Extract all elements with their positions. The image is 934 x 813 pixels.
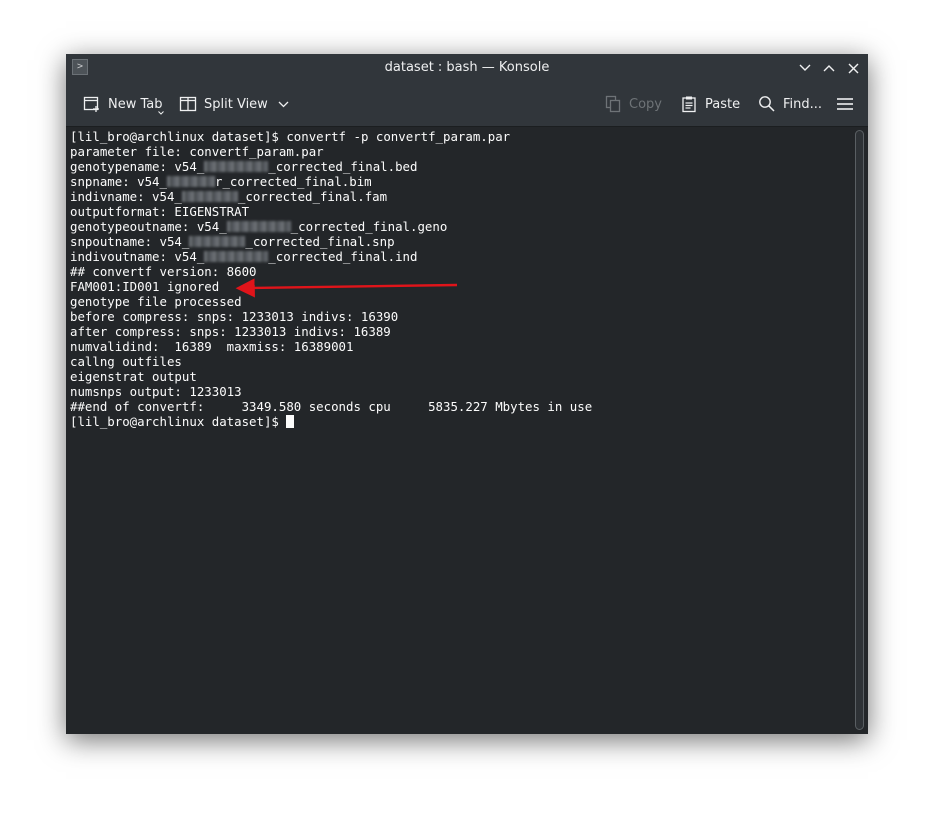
search-icon [759, 96, 775, 112]
text-cursor [286, 415, 295, 428]
new-tab-label: New Tab [108, 96, 163, 112]
chevron-down-icon [278, 101, 289, 107]
title-bar[interactable]: > dataset : bash — Konsole [66, 54, 868, 82]
shell-prompt: [lil_bro@archlinux dataset]$ [70, 414, 287, 429]
line-part: indivoutname: v54_ [70, 249, 205, 264]
split-view-label: Split View [204, 96, 268, 112]
paste-icon [682, 96, 696, 113]
terminal-line: before compress: snps: 1233013 indivs: 1… [70, 309, 399, 324]
terminal-line: eigenstrat output [70, 369, 197, 384]
terminal-line: parameter file: convertf_param.par [70, 144, 324, 159]
copy-icon [605, 95, 621, 113]
command-text: convertf -p convertf_param.par [286, 129, 511, 144]
terminal-line: indivname: v54_ _corrected_final.fam [70, 189, 387, 204]
konsole-window: > dataset : bash — Konsole New Tab Split… [66, 54, 868, 734]
terminal-line: [lil_bro@archlinux dataset]$ convertf -p… [70, 129, 510, 144]
line-part: indivname: v54_ [70, 189, 182, 204]
new-tab-icon [83, 96, 99, 112]
chevron-up-icon [823, 65, 835, 72]
copy-label: Copy [629, 96, 662, 112]
chevron-down-icon [799, 64, 811, 71]
find-label: Find... [783, 96, 823, 112]
redacted-text [204, 161, 269, 172]
line-part: _corrected_final.snp [245, 234, 395, 249]
line-part: _corrected_final.bed [268, 159, 418, 174]
highlighted-terminal-line: FAM001:ID001 ignored [70, 279, 220, 294]
redacted-text [189, 236, 246, 247]
terminal-line: genotypename: v54_ _corrected_final.bed [70, 159, 417, 174]
terminal-line: snpoutname: v54_ _corrected_final.snp [70, 234, 395, 249]
copy-button[interactable]: Copy [604, 82, 662, 126]
line-part: _corrected_final.fam [237, 189, 388, 204]
close-button[interactable] [845, 60, 861, 76]
toolbar: New Tab Split View Copy Paste Find... [66, 82, 868, 127]
hamburger-menu-icon [837, 98, 853, 110]
terminal-line: numsnps output: 1233013 [70, 384, 242, 399]
find-button[interactable]: Find... [758, 82, 822, 126]
terminal-line: numvalidind: 16389 maxmiss: 16389001 [70, 339, 354, 354]
paste-label: Paste [705, 96, 741, 112]
chevron-down-icon [157, 111, 164, 115]
window-title: dataset : bash — Konsole [384, 60, 550, 75]
scrollbar-thumb[interactable] [855, 130, 864, 730]
terminal-line: ## convertf version: 8600 [70, 264, 257, 279]
line-part: _corrected_final.ind [268, 249, 418, 264]
line-part: genotypename: v54_ [70, 159, 205, 174]
line-part: snpname: v54_ [70, 174, 167, 189]
redacted-text [226, 221, 291, 232]
hamburger-menu-button[interactable] [836, 82, 854, 126]
paste-button[interactable]: Paste [680, 82, 740, 126]
terminal-line: ##end of convertf: 3349.580 seconds cpu … [70, 399, 593, 414]
line-part: _corrected_final.geno [290, 219, 448, 234]
redacted-text [181, 191, 238, 202]
line-part: r_corrected_final.bim [214, 174, 372, 189]
split-view-button[interactable]: Split View [179, 82, 289, 126]
terminal-line: indivoutname: v54_ _corrected_final.ind [70, 249, 417, 264]
shell-prompt: [lil_bro@archlinux dataset]$ [70, 129, 287, 144]
redacted-text [166, 176, 215, 187]
redacted-text [204, 251, 269, 262]
new-tab-button[interactable]: New Tab [83, 82, 164, 126]
terminal-line: genotypeoutname: v54_ _corrected_final.ge… [70, 219, 447, 234]
terminal-line: genotype file processed [70, 294, 242, 309]
terminal-line: snpname: v54_ r_corrected_final.bim [70, 174, 372, 189]
maximize-button[interactable] [821, 60, 837, 76]
terminal-line: outputformat: EIGENSTRAT [70, 204, 250, 219]
close-icon [848, 63, 858, 73]
terminal-output[interactable]: [lil_bro@archlinux dataset]$ convertf -p… [66, 127, 852, 734]
vertical-scrollbar[interactable] [852, 127, 868, 734]
terminal-line: callng outfiles [70, 354, 182, 369]
line-part: snpoutname: v54_ [70, 234, 190, 249]
terminal-line: [lil_bro@archlinux dataset]$ [70, 414, 295, 429]
split-view-icon [179, 96, 197, 112]
line-part: genotypeoutname: v54_ [70, 219, 227, 234]
terminal-line: after compress: snps: 1233013 indivs: 16… [70, 324, 391, 339]
minimize-button[interactable] [797, 60, 813, 76]
